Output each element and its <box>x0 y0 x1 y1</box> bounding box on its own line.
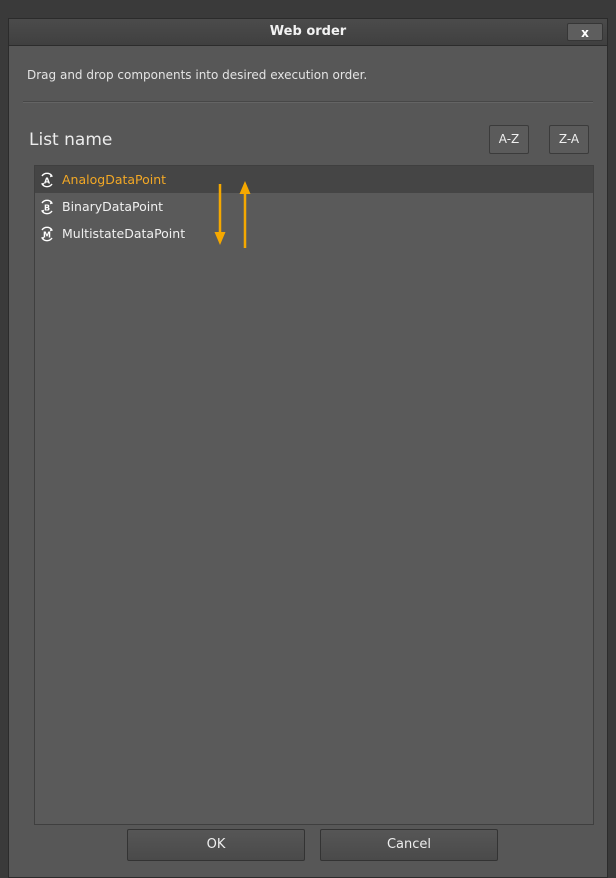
close-button[interactable]: x <box>567 23 603 41</box>
dialog-title: Web order <box>269 24 347 39</box>
list-item-multistate[interactable]: M MultistateDataPoint <box>35 220 593 247</box>
list-title: List name <box>29 130 113 150</box>
web-order-dialog: Web order x Drag and drop components int… <box>8 18 608 878</box>
arrow-up-icon <box>239 181 251 248</box>
ok-button[interactable]: OK <box>127 829 305 861</box>
datapoint-refresh-icon: A <box>41 172 53 187</box>
datapoint-refresh-icon: M <box>41 226 53 241</box>
separator <box>23 101 593 103</box>
cancel-button[interactable]: Cancel <box>320 829 498 861</box>
datapoint-refresh-icon: B <box>41 199 53 214</box>
sort-za-button[interactable]: Z-A <box>549 125 589 154</box>
component-list[interactable]: A AnalogDataPoint B BinaryDataPoint M Mu… <box>34 165 594 825</box>
sort-az-button[interactable]: A-Z <box>489 125 529 154</box>
svg-text:A: A <box>44 176 51 185</box>
title-bar[interactable]: Web order x <box>9 19 607 46</box>
svg-text:M: M <box>43 230 51 239</box>
list-item-label: AnalogDataPoint <box>62 172 167 187</box>
dialog-description: Drag and drop components into desired ex… <box>27 68 368 82</box>
list-item-label: BinaryDataPoint <box>62 199 164 214</box>
list-item-label: MultistateDataPoint <box>62 226 186 241</box>
list-item-analog[interactable]: A AnalogDataPoint <box>35 166 593 193</box>
arrow-down-icon <box>214 184 226 245</box>
list-item-binary[interactable]: B BinaryDataPoint <box>35 193 593 220</box>
svg-text:B: B <box>44 203 50 212</box>
